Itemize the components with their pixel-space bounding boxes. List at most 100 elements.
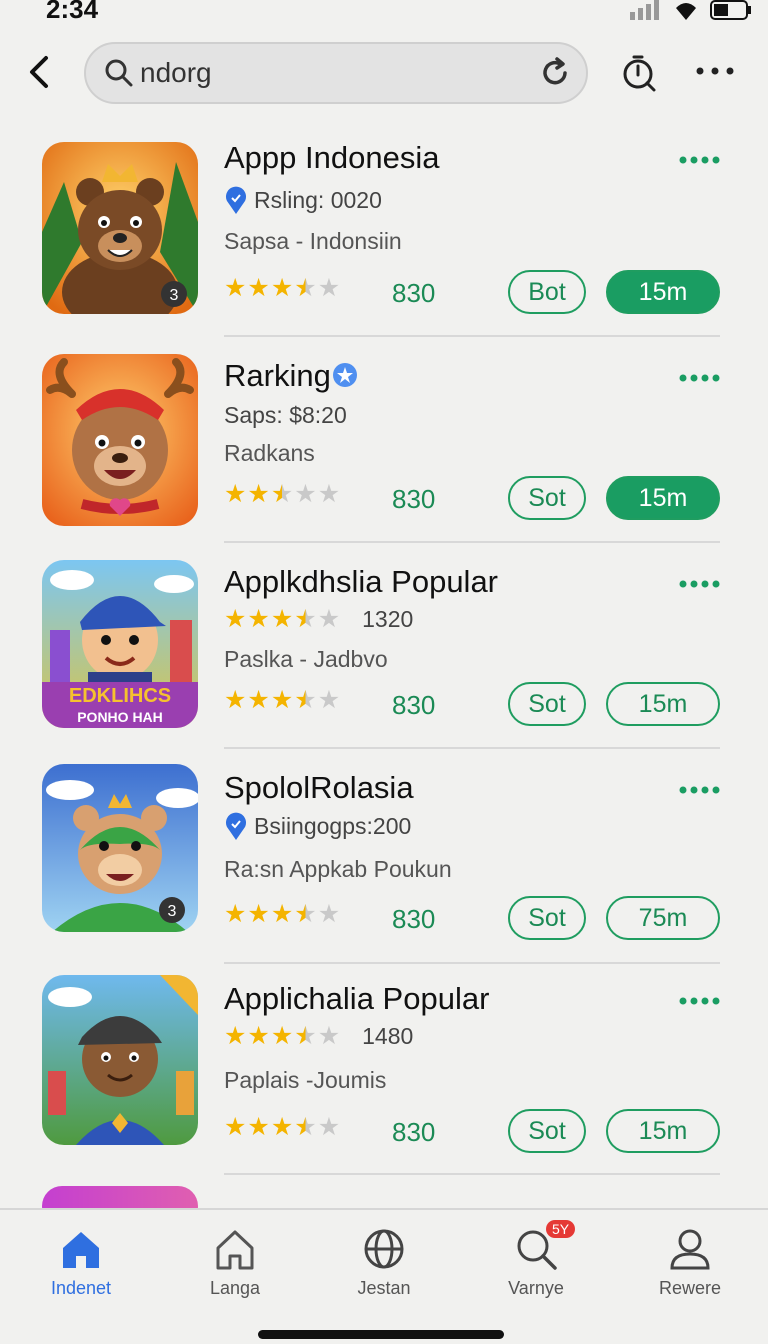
app-title[interactable]: Rarking — [224, 358, 359, 394]
nav-label: Langa — [209, 1278, 261, 1298]
app-icon[interactable]: 3 — [42, 764, 198, 932]
green-bear-icon: 3 — [42, 764, 198, 932]
nav-item-rewere[interactable]: Rewere — [630, 1226, 750, 1306]
app-icon[interactable] — [42, 975, 198, 1145]
rating-count: 1320 — [362, 606, 414, 632]
star-rating: ★ ★ ★ ★ ★ — [224, 480, 341, 508]
nav-label: Varnye — [508, 1278, 564, 1298]
icon-badge: 3 — [168, 903, 177, 920]
app-score: 830 — [392, 484, 436, 514]
search-icon — [105, 59, 133, 87]
reindeer-icon — [42, 354, 198, 526]
battery-icon — [710, 0, 751, 20]
share-button[interactable] — [618, 52, 660, 94]
signal-icon — [630, 0, 659, 20]
back-button[interactable] — [20, 52, 60, 92]
divider — [224, 541, 720, 543]
divider — [224, 335, 720, 337]
more-options-button[interactable] — [694, 54, 736, 88]
app-subtitle: Bsiingogps:200 — [224, 812, 411, 840]
icon-badge: 3 — [170, 287, 179, 304]
refresh-icon[interactable] — [538, 56, 572, 90]
nav-label: Rewere — [658, 1278, 722, 1298]
star-rating: ★ ★ ★ ★ ★ — [224, 900, 341, 928]
cap-kid-icon — [42, 975, 198, 1145]
search-query: ndorg — [140, 57, 212, 88]
app-icon[interactable] — [42, 354, 198, 526]
verified-pin-icon — [226, 812, 246, 840]
more-dots-icon[interactable] — [678, 784, 720, 796]
more-dots-icon[interactable] — [678, 154, 720, 166]
house-outline-icon — [216, 1230, 254, 1270]
app-stats: Bsiingogps:200 — [254, 812, 412, 839]
rating-count: 1480 — [362, 1023, 414, 1049]
back-arrow-icon — [30, 56, 48, 88]
status-bar: 2:34 — [0, 0, 768, 26]
verified-badge-icon — [332, 363, 357, 387]
app-subtitle: Rsling: 0020 — [224, 186, 382, 214]
app-score: 830 — [392, 904, 436, 934]
time-button[interactable]: 15m — [606, 270, 720, 314]
more-horizontal-icon — [696, 67, 734, 75]
globe-icon — [364, 1229, 404, 1269]
app-score: 830 — [392, 690, 436, 720]
app-icon[interactable] — [42, 1186, 198, 1210]
nav-item-home[interactable]: Indenet — [21, 1226, 141, 1306]
app-list-item[interactable]: Rarking Saps: $8:20 Radkans ★ ★ ★ ★ ★ 830 So… — [0, 348, 768, 553]
app-icon[interactable]: EDKLIHCS PONHO HAH — [42, 560, 198, 728]
more-dots-icon[interactable] — [678, 578, 720, 590]
verified-pin-icon — [226, 186, 246, 214]
status-time: 2:34 — [46, 0, 99, 24]
app-developer: Ra:sn Appkab Poukun — [224, 856, 452, 882]
nav-label: Indenet — [50, 1278, 112, 1298]
action-button[interactable]: Bot — [508, 270, 586, 314]
app-list-item[interactable]: 3 SpololRolasia Bsiingogps:200 Ra:sn App… — [0, 760, 768, 965]
nav-item-langa[interactable]: Langa — [175, 1226, 295, 1306]
divider — [224, 962, 720, 964]
app-icon[interactable]: 3 — [42, 142, 198, 314]
bottom-navigation: Indenet Langa Jestan 5Y Varnye Rewere — [0, 1208, 768, 1344]
home-icon — [63, 1232, 99, 1268]
star-rating: ★ ★ ★ ★ ★ — [224, 686, 341, 714]
nav-item-jestan[interactable]: Jestan — [324, 1226, 444, 1306]
time-button[interactable]: 75m — [606, 896, 720, 940]
action-button[interactable]: Sot — [508, 896, 586, 940]
app-stats: Saps: $8:20 — [224, 402, 347, 428]
star-rating: ★ ★ ★ ★ ★ — [224, 1113, 341, 1141]
nav-item-varnye[interactable]: 5Y Varnye — [476, 1220, 596, 1306]
app-title[interactable]: Applichalia Popular — [224, 981, 489, 1017]
bear-king-icon: 3 — [42, 142, 198, 314]
action-button[interactable]: Sot — [508, 476, 586, 520]
app-title[interactable]: SpololRolasia — [224, 770, 414, 806]
search-header: ndorg — [0, 40, 768, 108]
app-stats: Rsling: 0020 — [254, 186, 382, 213]
action-button[interactable]: Sot — [508, 1109, 586, 1153]
action-button[interactable]: Sot — [508, 682, 586, 726]
star-rating: ★ ★ ★ ★ ★ — [224, 274, 341, 302]
app-title[interactable]: Applkdhslia Popular — [224, 564, 498, 600]
status-icons — [630, 0, 752, 20]
next-list-item-peek[interactable] — [0, 1180, 768, 1210]
more-dots-icon[interactable] — [678, 995, 720, 1007]
app-developer: Paplais -Joumis — [224, 1067, 387, 1093]
app-list-item[interactable]: EDKLIHCS PONHO HAH Applkdhslia Popular ★… — [0, 554, 768, 759]
icon-text-bottom: PONHO HAH — [77, 709, 163, 725]
divider — [224, 1173, 720, 1175]
app-list-item[interactable]: Applichalia Popular ★ ★ ★ ★ ★ 1480 Paplais -… — [0, 975, 768, 1180]
app-developer: Sapsa - Indonsiin — [224, 228, 402, 254]
wifi-icon — [676, 3, 696, 20]
app-list-item[interactable]: 3 Appp Indonesia Rsling: 0020 Sapsa - In… — [0, 130, 768, 337]
time-button[interactable]: 15m — [606, 476, 720, 520]
time-button[interactable]: 15m — [606, 1109, 720, 1153]
nav-label: Jestan — [357, 1278, 411, 1298]
home-indicator[interactable] — [258, 1330, 504, 1339]
profile-icon — [670, 1229, 710, 1270]
app-developer: Paslka - Jadbvo — [224, 646, 388, 672]
notification-badge: 5Y — [546, 1220, 576, 1238]
time-button[interactable]: 15m — [606, 682, 720, 726]
more-dots-icon[interactable] — [678, 372, 720, 384]
app-score: 830 — [392, 1117, 436, 1147]
search-input[interactable]: ndorg — [84, 42, 588, 104]
app-title[interactable]: Appp Indonesia — [224, 140, 439, 176]
timer-icon — [623, 55, 656, 92]
